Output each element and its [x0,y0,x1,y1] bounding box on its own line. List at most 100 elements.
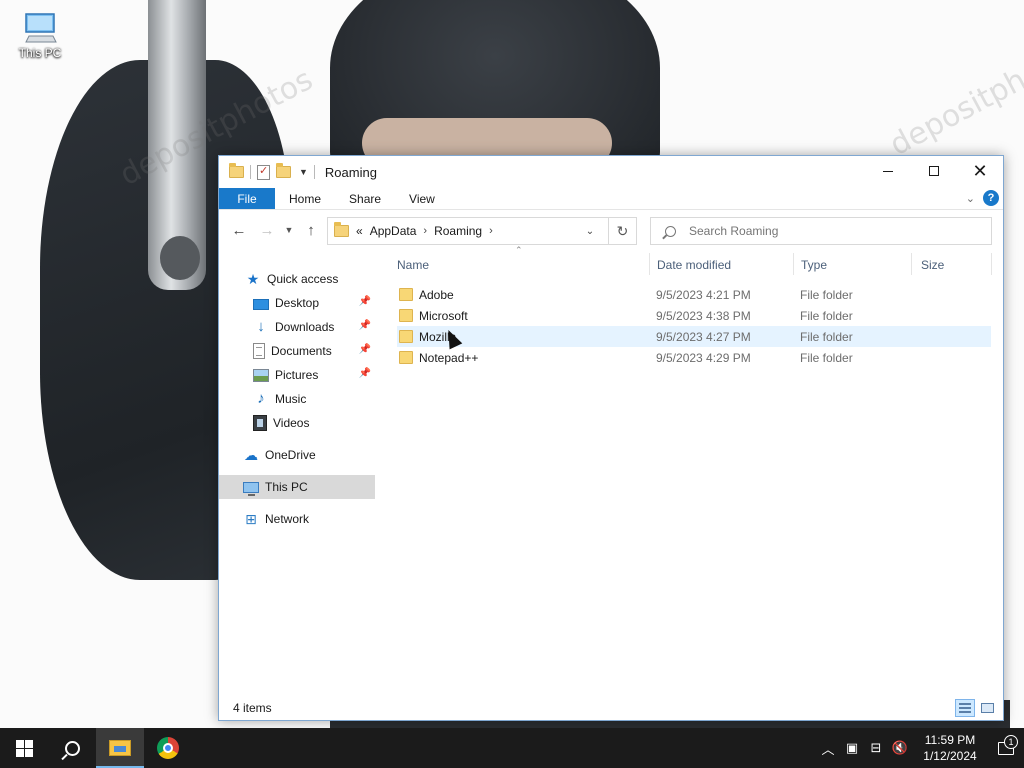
search-box[interactable] [650,217,992,245]
tab-share[interactable]: Share [335,188,395,209]
column-header-date-modified[interactable]: Date modified [647,251,787,279]
column-header-label: Type [801,258,828,272]
nav-item-label: This PC [265,480,308,494]
taskbar-clock[interactable]: 11:59 PM 1/12/2024 [912,732,988,764]
file-date-modified: 9/5/2023 4:27 PM [656,329,751,344]
recent-locations-button[interactable]: ▼ [281,216,297,244]
explorer-content: ★ Quick access Desktop 📌 ↓ Downloads 📌 D… [219,245,1003,687]
nav-item-label: Videos [273,416,310,430]
file-row-microsoft[interactable]: Microsoft 9/5/2023 4:38 PM File folder [397,305,991,326]
refresh-button[interactable]: ↻ [608,218,636,244]
videos-icon [253,415,267,431]
file-explorer-window: ▼ Roaming ✕ File Home Share View ⌄ ? ← →… [218,155,1004,721]
nav-item-this-pc[interactable]: This PC [219,475,375,499]
search-input[interactable] [689,224,969,238]
new-folder-icon[interactable] [276,163,291,178]
help-icon[interactable]: ? [983,190,999,206]
pin-icon: 📌 [358,344,371,355]
clock-date: 1/12/2024 [923,749,977,763]
wallpaper-watermark: depositphotos [884,32,1024,163]
action-center-button[interactable]: 1 [988,734,1024,755]
column-header-type[interactable]: Type [791,251,907,279]
nav-item-network[interactable]: ⊞ Network [219,507,375,531]
sort-ascending-icon: ⌃ [515,245,523,255]
forward-button[interactable]: → [253,216,281,244]
column-header-name[interactable]: Name ⌃ [387,245,645,279]
music-icon: ♪ [257,390,265,407]
breadcrumb-chevron-icon[interactable]: › [423,225,427,237]
close-button[interactable]: ✕ [957,156,1003,186]
file-name-cell: Adobe [397,288,647,302]
properties-icon[interactable] [257,164,270,180]
nav-item-pictures[interactable]: Pictures 📌 [219,363,375,387]
file-row-adobe[interactable]: Adobe 9/5/2023 4:21 PM File folder [397,284,991,305]
volume-muted-icon[interactable]: 🔇 [888,740,912,756]
wallpaper-pistol-muzzle [160,236,200,280]
column-header-size[interactable]: Size [911,251,991,279]
folder-icon [399,330,413,343]
view-buttons [955,699,997,717]
back-button[interactable]: ← [225,216,253,244]
desktop-icon-this-pc[interactable]: This PC [14,10,66,76]
nav-item-desktop[interactable]: Desktop 📌 [219,291,375,315]
file-row-mozilla[interactable]: Mozilla 9/5/2023 4:27 PM File folder [397,326,991,347]
file-date-modified: 9/5/2023 4:21 PM [656,287,751,302]
file-row-notepad-plus-plus[interactable]: Notepad++ 9/5/2023 4:29 PM File folder [397,347,991,368]
breadcrumb-roaming[interactable]: Roaming [434,224,482,238]
forward-arrow-icon: → [259,221,275,239]
large-icons-view-button[interactable] [977,699,997,717]
security-alert-icon[interactable]: ▣ [840,740,864,756]
file-date-modified: 9/5/2023 4:29 PM [656,350,751,365]
title-bar: ▼ Roaming ✕ [219,156,1003,188]
expand-ribbon-chevron-icon[interactable]: ⌄ [966,192,975,205]
column-header-label: Name [397,258,430,272]
pin-icon: 📌 [358,368,371,379]
up-button[interactable]: ↑ [297,216,325,244]
tab-file[interactable]: File [219,188,275,209]
nav-item-label: OneDrive [265,448,316,462]
file-type: File folder [800,308,853,323]
taskbar-search-button[interactable] [48,728,96,768]
folder-icon [399,351,413,364]
customize-toolbar-dropdown-icon[interactable]: ▼ [299,167,308,177]
ribbon-tabs: File Home Share View ⌄ ? [219,188,1003,210]
nav-item-quick-access[interactable]: ★ Quick access [219,267,375,291]
address-history-dropdown[interactable]: ⌄ [580,218,600,244]
column-header-label: Date modified [657,258,732,272]
breadcrumb-appdata[interactable]: AppData [370,224,417,238]
navigation-pane: ★ Quick access Desktop 📌 ↓ Downloads 📌 D… [219,251,379,687]
maximize-icon [929,166,939,176]
taskbar-google-chrome[interactable] [144,728,192,768]
address-bar[interactable]: « AppData › Roaming › ⌄ ↻ [327,217,637,245]
details-view-button[interactable] [955,699,975,717]
nav-item-music[interactable]: ♪ Music [219,387,375,411]
nav-item-onedrive[interactable]: ☁ OneDrive [219,443,375,467]
toolbar-divider [250,165,251,179]
this-pc-icon [243,482,259,496]
chevron-down-icon: ⌄ [585,225,595,237]
nav-item-videos[interactable]: Videos [219,411,375,435]
quick-access-toolbar: ▼ [219,163,315,180]
folder-icon [334,222,349,237]
taskbar-file-explorer[interactable] [96,728,144,768]
breadcrumb-overflow[interactable]: « [356,224,363,238]
file-name-cell: Mozilla [397,330,647,344]
nav-item-documents[interactable]: Documents 📌 [219,339,375,363]
file-list: Name ⌃ Date modified Type Size Adobe 9/5… [387,245,1003,687]
details-view-icon [959,703,971,713]
minimize-button[interactable] [865,156,911,186]
system-tray: ︿ ▣ ⊟ 🔇 11:59 PM 1/12/2024 1 [816,728,1024,768]
nav-item-downloads[interactable]: ↓ Downloads 📌 [219,315,375,339]
show-hidden-icons-chevron-icon[interactable]: ︿ [816,739,840,758]
nav-item-label: Quick access [267,272,339,286]
maximize-button[interactable] [911,156,957,186]
network-status-icon[interactable]: ⊟ [864,740,888,756]
tab-home[interactable]: Home [275,188,335,209]
breadcrumb-chevron-icon[interactable]: › [489,225,493,237]
file-name-cell: Microsoft [397,309,647,323]
window-title: Roaming [324,164,377,180]
start-button[interactable] [0,728,48,768]
tab-view[interactable]: View [395,188,449,209]
file-date-modified: 9/5/2023 4:38 PM [656,308,751,323]
column-divider[interactable] [991,253,992,275]
